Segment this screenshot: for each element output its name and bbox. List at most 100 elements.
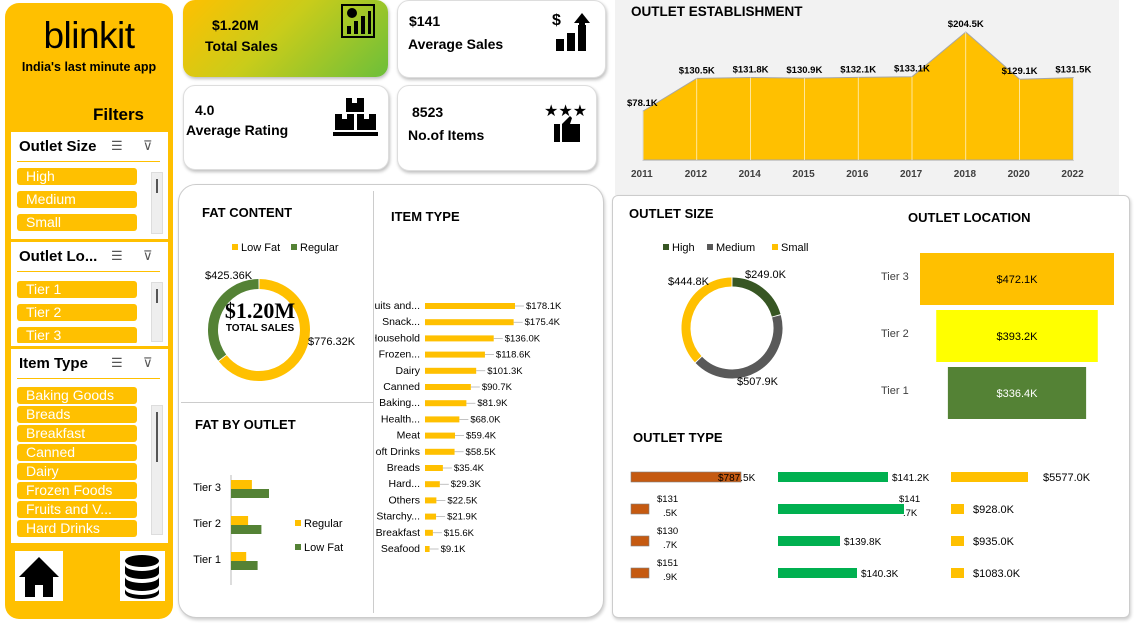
home-icon[interactable] xyxy=(15,551,63,601)
bar xyxy=(951,472,1028,482)
data-label: $249.0K xyxy=(745,269,786,281)
bar xyxy=(425,351,485,358)
bar xyxy=(425,465,443,471)
clear-filter-icon[interactable]: ⊽ xyxy=(143,355,153,371)
slicer-title: Item Type xyxy=(19,355,88,372)
scrollbar[interactable] xyxy=(151,172,163,234)
slicer-item[interactable]: Tier 2 xyxy=(17,304,137,321)
x-tick-label: 2014 xyxy=(739,169,762,180)
slicer-item[interactable]: Canned xyxy=(17,444,137,461)
boxes-icon xyxy=(332,96,380,145)
slicer-item[interactable]: Frozen Foods xyxy=(17,482,137,499)
bar xyxy=(630,535,650,547)
data-label: $5577.0K xyxy=(1043,472,1091,484)
data-label: $90.7K xyxy=(482,382,513,393)
category-label: Household xyxy=(375,332,420,344)
x-tick-label: 2020 xyxy=(1008,169,1031,180)
data-label: $131.8K xyxy=(733,65,769,76)
category-label: Tier 2 xyxy=(881,328,909,340)
category-label: Tier 1 xyxy=(193,554,221,566)
multi-select-icon[interactable]: ☰ xyxy=(111,355,123,371)
sales-chart-icon xyxy=(341,4,375,43)
scrollbar[interactable] xyxy=(151,282,163,342)
category-label: Canned xyxy=(383,381,420,393)
donut-slice xyxy=(695,315,783,379)
data-label: $336.4K xyxy=(997,388,1039,400)
sidebar: blinkit India's last minute app Filters … xyxy=(5,3,173,619)
brand-logo: blinkit xyxy=(43,15,135,56)
bar xyxy=(778,536,840,546)
legend-item-regular: Regular xyxy=(295,518,343,530)
slicer-item[interactable]: Baking Goods xyxy=(17,387,137,404)
funnel-chart: Tier 3 $472.1K Tier 2 $393.2K Tier 1 $336.4K xyxy=(881,253,1114,419)
kpi-value: 4.0 xyxy=(195,102,215,118)
multi-select-icon[interactable]: ☰ xyxy=(111,138,123,154)
data-label: $776.32K xyxy=(308,336,356,348)
data-label: $139.8K xyxy=(844,537,882,548)
clear-filter-icon[interactable]: ⊽ xyxy=(143,248,153,264)
bar xyxy=(231,552,247,561)
bar xyxy=(630,503,650,515)
bar xyxy=(231,525,262,534)
category-label: Dairy xyxy=(395,365,420,377)
clear-filter-icon[interactable]: ⊽ xyxy=(143,138,153,154)
x-tick-label: 2011 xyxy=(631,169,653,180)
slicer-item[interactable]: High xyxy=(17,168,137,185)
x-tick-label: 2017 xyxy=(900,169,923,180)
filters-title: Filters xyxy=(93,105,145,124)
outlet-type-bars: $787.5K $141.2K $5577.0K $131 .5K $141 .7K $928… xyxy=(630,471,1091,583)
category-label: Frozen... xyxy=(379,349,420,361)
slicer-item[interactable]: Fruits and V... xyxy=(17,501,137,518)
data-label: $140.3K xyxy=(861,569,899,580)
donut-chart xyxy=(681,277,783,379)
donut-slice xyxy=(732,277,781,317)
bar xyxy=(425,529,433,536)
data-label: $101.3K xyxy=(487,366,523,377)
bar xyxy=(778,472,888,482)
slicer-item[interactable]: Small xyxy=(17,214,137,231)
bar xyxy=(425,416,460,423)
svg-text:★★★: ★★★ xyxy=(544,102,587,120)
database-icon[interactable] xyxy=(120,551,165,601)
bar xyxy=(231,480,252,489)
bar xyxy=(425,335,494,342)
dollar-growth-icon: $ xyxy=(550,11,596,56)
slicer-item[interactable]: Breakfast xyxy=(17,425,137,442)
slicer-item[interactable]: Dairy xyxy=(17,463,137,480)
svg-text:$: $ xyxy=(552,12,561,29)
bar xyxy=(425,513,437,520)
category-label: Hard... xyxy=(388,478,420,490)
legend-item-medium: Medium xyxy=(707,242,755,254)
slicer-item[interactable]: Medium xyxy=(17,191,137,208)
slicer-item[interactable]: Tier 3 xyxy=(17,327,137,343)
brand-tagline: India's last minute app xyxy=(21,60,157,74)
scrollbar[interactable] xyxy=(151,405,163,535)
kpi-average-sales: $141 Average Sales $ xyxy=(397,0,606,78)
kpi-value: $141 xyxy=(409,13,441,29)
category-label: Fruits and... xyxy=(375,300,420,312)
multi-select-icon[interactable]: ☰ xyxy=(111,248,123,264)
data-label: $22.5K xyxy=(447,495,478,506)
slicer-item[interactable]: Hard Drinks xyxy=(17,520,137,537)
data-label: $472.1K xyxy=(997,274,1039,286)
kpi-average-rating: 4.0 Average Rating xyxy=(183,85,389,170)
data-label: $118.6K xyxy=(496,350,531,361)
category-label: Others xyxy=(388,494,420,506)
slicer-item[interactable]: Breads xyxy=(17,406,137,423)
category-label: Snack... xyxy=(382,316,420,328)
data-label: $1083.0K xyxy=(973,568,1021,580)
bar xyxy=(425,432,456,439)
category-label: Meat xyxy=(397,430,420,442)
bar xyxy=(425,400,467,407)
data-label: $935.0K xyxy=(973,536,1015,548)
chart-title: OUTLET SIZE xyxy=(629,206,714,221)
legend-item-low-fat: Low Fat xyxy=(295,542,343,554)
data-label: $507.9K xyxy=(737,376,778,388)
chart-title: FAT BY OUTLET xyxy=(195,417,296,432)
bar-chart: Fruits and... $178.1K Snack... $175.4K House… xyxy=(375,300,562,555)
kpi-total-sales: $1.20M Total Sales xyxy=(183,0,388,77)
data-label: $425.36K xyxy=(205,270,253,282)
slicer-item[interactable]: Tier 1 xyxy=(17,281,137,298)
data-label: $136.0K xyxy=(505,333,541,344)
outlet-establishment-panel: OUTLET ESTABLISHMENT $78.1K 2011 $130.5K 20… xyxy=(615,0,1119,195)
